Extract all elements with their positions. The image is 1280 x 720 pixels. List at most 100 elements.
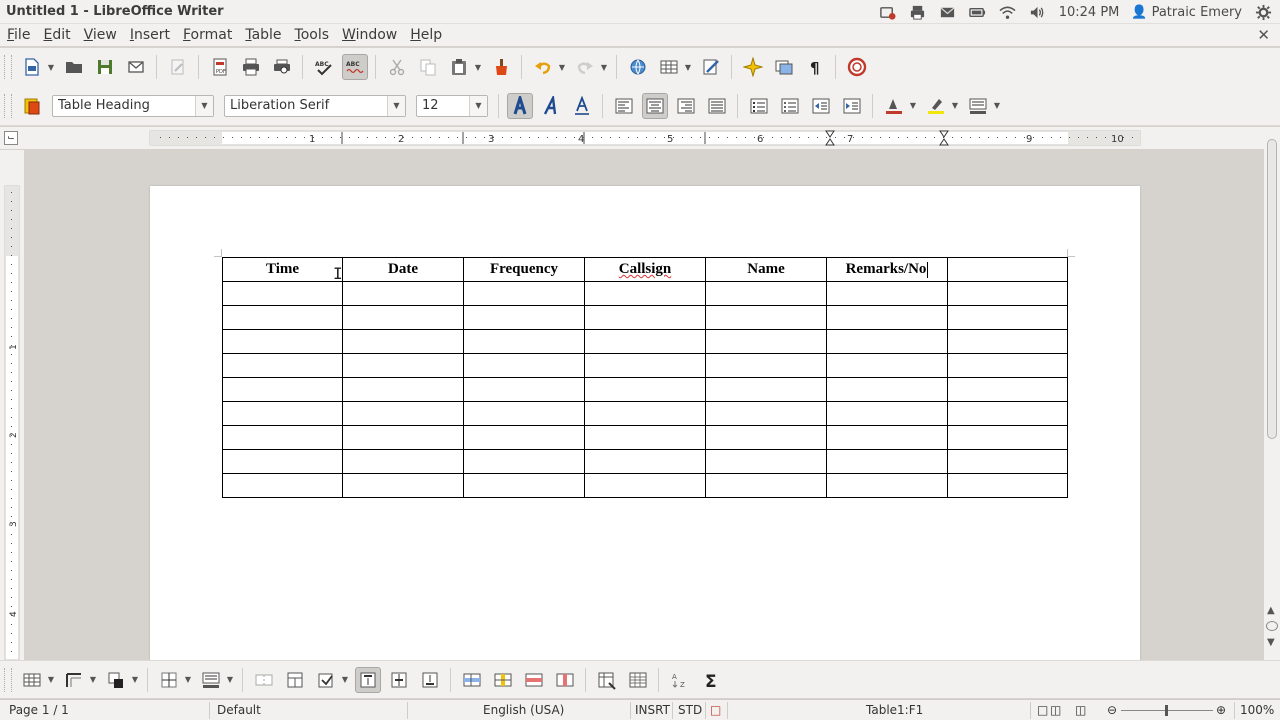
table-header-cell-active[interactable]: Remarks/No [826,257,948,282]
wifi-icon[interactable] [999,3,1017,21]
table-cell[interactable] [705,449,827,474]
horizontal-ruler[interactable]: ⌙ 1 2 3 4 5 6 7 9 10 [0,127,1280,149]
table-properties-icon[interactable] [625,667,651,693]
toolbar-grip[interactable] [4,55,12,79]
table-cell[interactable] [342,353,464,378]
page-count[interactable]: Page 1 / 1 [9,700,69,720]
table-cell[interactable] [705,377,827,402]
table-cell[interactable] [947,473,1068,498]
background-color-icon[interactable] [965,93,991,119]
navigator-icon[interactable] [740,54,766,80]
zoom-slider[interactable] [1121,700,1213,720]
zoom-level[interactable]: 100% [1240,700,1274,720]
table-cell[interactable] [342,401,464,426]
table-cell[interactable] [705,353,827,378]
styles-formatting-icon[interactable] [19,93,45,119]
table-cell[interactable] [705,401,827,426]
chevron-down-icon[interactable]: ▼ [387,95,405,116]
menu-help[interactable]: Help [403,24,448,46]
gallery-icon[interactable] [771,54,797,80]
language[interactable]: English (USA) [483,700,564,720]
table-cell[interactable] [584,425,706,450]
book-view-icon[interactable]: ◫ [1075,700,1086,720]
table-header-cell[interactable]: Name [705,257,827,282]
cut-icon[interactable] [384,54,410,80]
table-cell[interactable] [826,449,948,474]
table-cell[interactable] [584,329,706,354]
table-cell[interactable] [826,281,948,306]
table-cell[interactable] [222,377,343,402]
table-cell[interactable] [947,329,1068,354]
table-cell[interactable] [463,281,585,306]
align-center-icon[interactable] [641,92,668,119]
table-cell[interactable] [342,377,464,402]
underline-icon[interactable] [569,93,595,119]
new-document-dropdown[interactable]: ▼ [47,54,55,80]
export-pdf-icon[interactable]: PDF [207,54,233,80]
table-cell[interactable] [826,473,948,498]
document-workspace[interactable]: Time Date Frequency Callsign Name Remark… [24,150,1264,660]
optimize-dropdown[interactable]: ▼ [341,667,349,693]
navigation-icon[interactable] [1266,621,1278,631]
table-cell[interactable] [463,449,585,474]
multi-page-view-icon[interactable]: ◫ [1050,700,1061,720]
volume-icon[interactable] [1029,3,1047,21]
optimize-icon[interactable] [313,667,339,693]
session-gear-icon[interactable] [1254,3,1272,21]
user-menu[interactable]: 👤 Patraic Emery [1131,5,1242,20]
bold-icon[interactable] [506,92,533,119]
table-cell[interactable] [222,281,343,306]
insert-table-icon[interactable] [656,54,682,80]
merge-cells-icon[interactable] [251,667,277,693]
menu-view[interactable]: View [77,24,123,46]
menu-insert[interactable]: Insert [123,24,176,46]
align-bottom-icon[interactable] [417,667,443,693]
table-cell[interactable] [342,329,464,354]
cell-reference[interactable]: Table1:F1 [866,700,923,720]
table-cell[interactable] [826,329,948,354]
menu-file[interactable]: File [0,24,36,46]
chevron-down-icon[interactable]: ▼ [469,95,487,116]
print-icon[interactable] [238,54,264,80]
zoom-slider-handle[interactable] [1165,705,1168,716]
table-background-dropdown[interactable]: ▼ [226,667,234,693]
document-table[interactable]: Time Date Frequency Callsign Name Remark… [222,257,1068,498]
justify-icon[interactable] [704,93,730,119]
table-cell[interactable] [947,281,1068,306]
zoom-in-icon[interactable]: ⊕ [1216,700,1226,720]
table-cell[interactable] [463,329,585,354]
menu-format[interactable]: Format [176,24,238,46]
undo-dropdown[interactable]: ▼ [558,54,566,80]
vertical-scrollbar[interactable]: ▲ ▼ [1264,127,1280,660]
table-cell[interactable] [222,401,343,426]
table-cell[interactable] [947,425,1068,450]
new-document-icon[interactable] [19,54,45,80]
single-page-view-icon[interactable]: □ [1037,700,1048,720]
table-cell[interactable] [826,401,948,426]
undo-icon[interactable] [530,54,556,80]
border-color-icon[interactable] [103,667,129,693]
table-header-cell[interactable]: Date [342,257,464,282]
highlighting-dropdown[interactable]: ▼ [951,93,959,119]
italic-icon[interactable] [538,93,564,119]
table-cell[interactable] [584,449,706,474]
scrollbar-thumb[interactable] [1267,139,1277,439]
table-cell[interactable] [826,425,948,450]
table-cell[interactable] [463,401,585,426]
insert-table-dropdown[interactable]: ▼ [684,54,692,80]
table-cell[interactable] [463,305,585,330]
align-top-icon[interactable] [354,666,381,693]
table-cell[interactable] [584,377,706,402]
auto-spellcheck-icon[interactable]: ABC [341,54,368,80]
paragraph-style-select[interactable]: Table Heading ▼ [52,94,214,117]
clone-formatting-icon[interactable] [488,54,514,80]
table-cell[interactable] [222,305,343,330]
background-color-dropdown[interactable]: ▼ [993,93,1001,119]
table-cell[interactable] [947,305,1068,330]
table-cell[interactable] [826,353,948,378]
sum-icon[interactable]: Σ [698,667,724,693]
table-cell[interactable] [584,401,706,426]
table-header-cell[interactable]: Frequency [463,257,585,282]
table-cell[interactable] [826,305,948,330]
table-cell[interactable] [342,473,464,498]
